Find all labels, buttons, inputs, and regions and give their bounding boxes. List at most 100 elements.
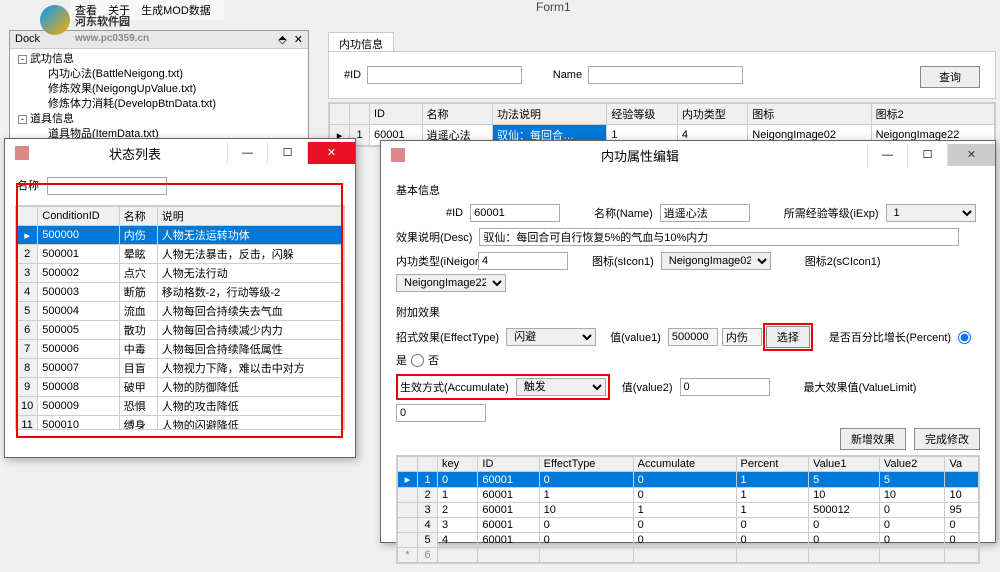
value1-input[interactable] <box>668 328 718 346</box>
col-type[interactable]: 内功类型 <box>677 104 747 125</box>
tree-node-daoju[interactable]: 道具信息 <box>30 113 74 125</box>
tree-node-develop[interactable]: 修炼体力消耗(DevelopBtnData.txt) <box>18 97 300 112</box>
grid-corner <box>330 104 350 125</box>
condition-grid: ConditionID 名称 说明 ▸500000内伤人物无法运转功体 2500… <box>15 205 345 430</box>
tree: -武功信息 内功心法(BattleNeigong.txt) 修炼效果(Neigo… <box>10 49 308 145</box>
maximize-button[interactable]: ☐ <box>907 144 947 166</box>
table-row[interactable]: 32600011011500012095 <box>398 503 979 518</box>
value2-input[interactable] <box>680 378 770 396</box>
table-row[interactable]: 11500010缚身人物的闪避降低 <box>17 416 344 431</box>
dialog-icon <box>391 148 405 162</box>
effect-grid: key ID EffectType Accumulate Percent Val… <box>396 455 980 564</box>
desc-label: 效果说明(Desc) <box>396 229 472 245</box>
table-row[interactable]: 9500008破甲人物的防御降低 <box>17 378 344 397</box>
icon1-label: 图标(sIcon1) <box>592 253 654 269</box>
icon1-select[interactable]: NeigongImage02 <box>661 252 771 270</box>
add-effect-button[interactable]: 新增效果 <box>840 428 906 450</box>
table-row-new[interactable]: *6 <box>398 548 979 563</box>
col-v1[interactable]: Value1 <box>809 457 880 472</box>
type-input[interactable] <box>478 252 568 270</box>
col-vl[interactable]: Va <box>945 457 979 472</box>
edit-dialog: 内功属性编辑 — ☐ ✕ 基本信息 #ID 名称(Name) 所需经验等级(iE… <box>380 140 996 543</box>
table-row[interactable]: 4360001000000 <box>398 518 979 533</box>
col-icon1[interactable]: 图标 <box>748 104 871 125</box>
query-button[interactable]: 查询 <box>920 66 980 88</box>
icon2-label: 图标2(sCIcon1) <box>805 253 881 269</box>
dock-close-icon[interactable]: ✕ <box>294 34 303 46</box>
desc-input[interactable] <box>479 228 959 246</box>
col-exp[interactable]: 经验等级 <box>607 104 677 125</box>
table-row[interactable]: 5460001000000 <box>398 533 979 548</box>
icon2-select[interactable]: NeigongImage22 <box>396 274 506 292</box>
tree-node-wugong[interactable]: 武功信息 <box>30 53 74 65</box>
col-ac[interactable]: Accumulate <box>633 457 736 472</box>
close-button[interactable]: ✕ <box>947 144 995 166</box>
name-label: 名称(Name) <box>594 205 653 221</box>
dock-panel: Dock ⬘ ✕ -武功信息 内功心法(BattleNeigong.txt) 修… <box>9 30 309 140</box>
table-row[interactable]: ▸106000100155 <box>398 472 979 488</box>
dialog-icon <box>15 146 29 160</box>
name-input[interactable] <box>660 204 750 222</box>
minimize-button[interactable]: — <box>227 142 267 164</box>
dialog-title: 状态列表 <box>109 144 227 163</box>
table-row[interactable]: 7500006中毒人物每回合持续降低属性 <box>17 340 344 359</box>
cond-name-input[interactable] <box>47 177 167 195</box>
col-condid[interactable]: ConditionID <box>38 207 119 226</box>
percent-yes-radio[interactable] <box>958 331 971 344</box>
col-id[interactable]: ID <box>370 104 423 125</box>
dialog-title: 内功属性编辑 <box>413 146 867 165</box>
attach-effect-label: 附加效果 <box>396 304 980 320</box>
percent-no-radio[interactable] <box>411 354 424 367</box>
table-row[interactable]: 2500001晕眩人物无法暴击，反击，闪躲 <box>17 245 344 264</box>
type-label: 内功类型(iNeigongType) <box>396 253 471 269</box>
table-row[interactable]: 8500007目盲人物视力下降，难以击中对方 <box>17 359 344 378</box>
table-row[interactable]: 6500005散功人物每回合持续减少内力 <box>17 321 344 340</box>
tree-toggle-icon[interactable]: - <box>18 115 27 124</box>
col-key[interactable]: key <box>438 457 478 472</box>
table-row[interactable]: 2160001101101010 <box>398 488 979 503</box>
dock-pin-icon[interactable]: ⬘ <box>278 34 286 46</box>
name-input[interactable] <box>588 66 743 84</box>
table-row[interactable]: 3500002点穴人物无法行动 <box>17 264 344 283</box>
id-input[interactable] <box>470 204 560 222</box>
condition-list-dialog: 状态列表 — ☐ ✕ 名称 ConditionID 名称 说明 ▸500000内… <box>4 138 356 458</box>
table-row[interactable]: ▸500000内伤人物无法运转功体 <box>17 226 344 245</box>
effect-type-select[interactable]: 闪避 <box>506 328 596 346</box>
cond-name-label: 名称 <box>17 180 39 192</box>
col-id[interactable]: ID <box>478 457 539 472</box>
col-et[interactable]: EffectType <box>539 457 633 472</box>
name-label: Name <box>553 69 582 81</box>
grid-corner <box>350 104 370 125</box>
col-desc[interactable]: 功法说明 <box>493 104 607 125</box>
col-pc[interactable]: Percent <box>736 457 809 472</box>
search-panel: #ID Name 查询 <box>328 51 996 99</box>
table-row[interactable]: 10500009恐惧人物的攻击降低 <box>17 397 344 416</box>
id-input[interactable] <box>367 66 522 84</box>
table-row[interactable]: 5500004流血人物每回合持续失去气血 <box>17 302 344 321</box>
limit-input[interactable] <box>396 404 486 422</box>
col-v2[interactable]: Value2 <box>879 457 945 472</box>
close-button[interactable]: ✕ <box>307 142 355 164</box>
col-conddesc[interactable]: 说明 <box>157 207 343 226</box>
accum-select[interactable]: 触发 <box>516 378 606 396</box>
col-name[interactable]: 名称 <box>422 104 492 125</box>
col-condname[interactable]: 名称 <box>119 207 157 226</box>
value2-label: 值(value2) <box>622 379 673 395</box>
tree-toggle-icon[interactable]: - <box>18 55 27 64</box>
select-button[interactable]: 选择 <box>766 326 810 348</box>
accum-label: 生效方式(Accumulate) <box>400 379 509 395</box>
maximize-button[interactable]: ☐ <box>267 142 307 164</box>
basic-info-label: 基本信息 <box>396 182 980 198</box>
logo-icon <box>40 5 70 35</box>
done-button[interactable]: 完成修改 <box>914 428 980 450</box>
table-row[interactable]: 4500003断筋移动格数-2，行动等级-2 <box>17 283 344 302</box>
percent-label: 是否百分比增长(Percent) <box>829 329 951 345</box>
col-icon2[interactable]: 图标2 <box>871 104 994 125</box>
tree-node-xiulian[interactable]: 修炼效果(NeigongUpValue.txt) <box>18 82 300 97</box>
exp-select[interactable]: 1 <box>886 204 976 222</box>
id-label: #ID <box>446 207 463 219</box>
tree-node-neigong[interactable]: 内功心法(BattleNeigong.txt) <box>18 67 300 82</box>
watermark: 河东软件园 www.pc0359.cn <box>40 5 149 44</box>
minimize-button[interactable]: — <box>867 144 907 166</box>
menu-gen-mod[interactable]: 生成MOD数据 <box>141 5 211 17</box>
